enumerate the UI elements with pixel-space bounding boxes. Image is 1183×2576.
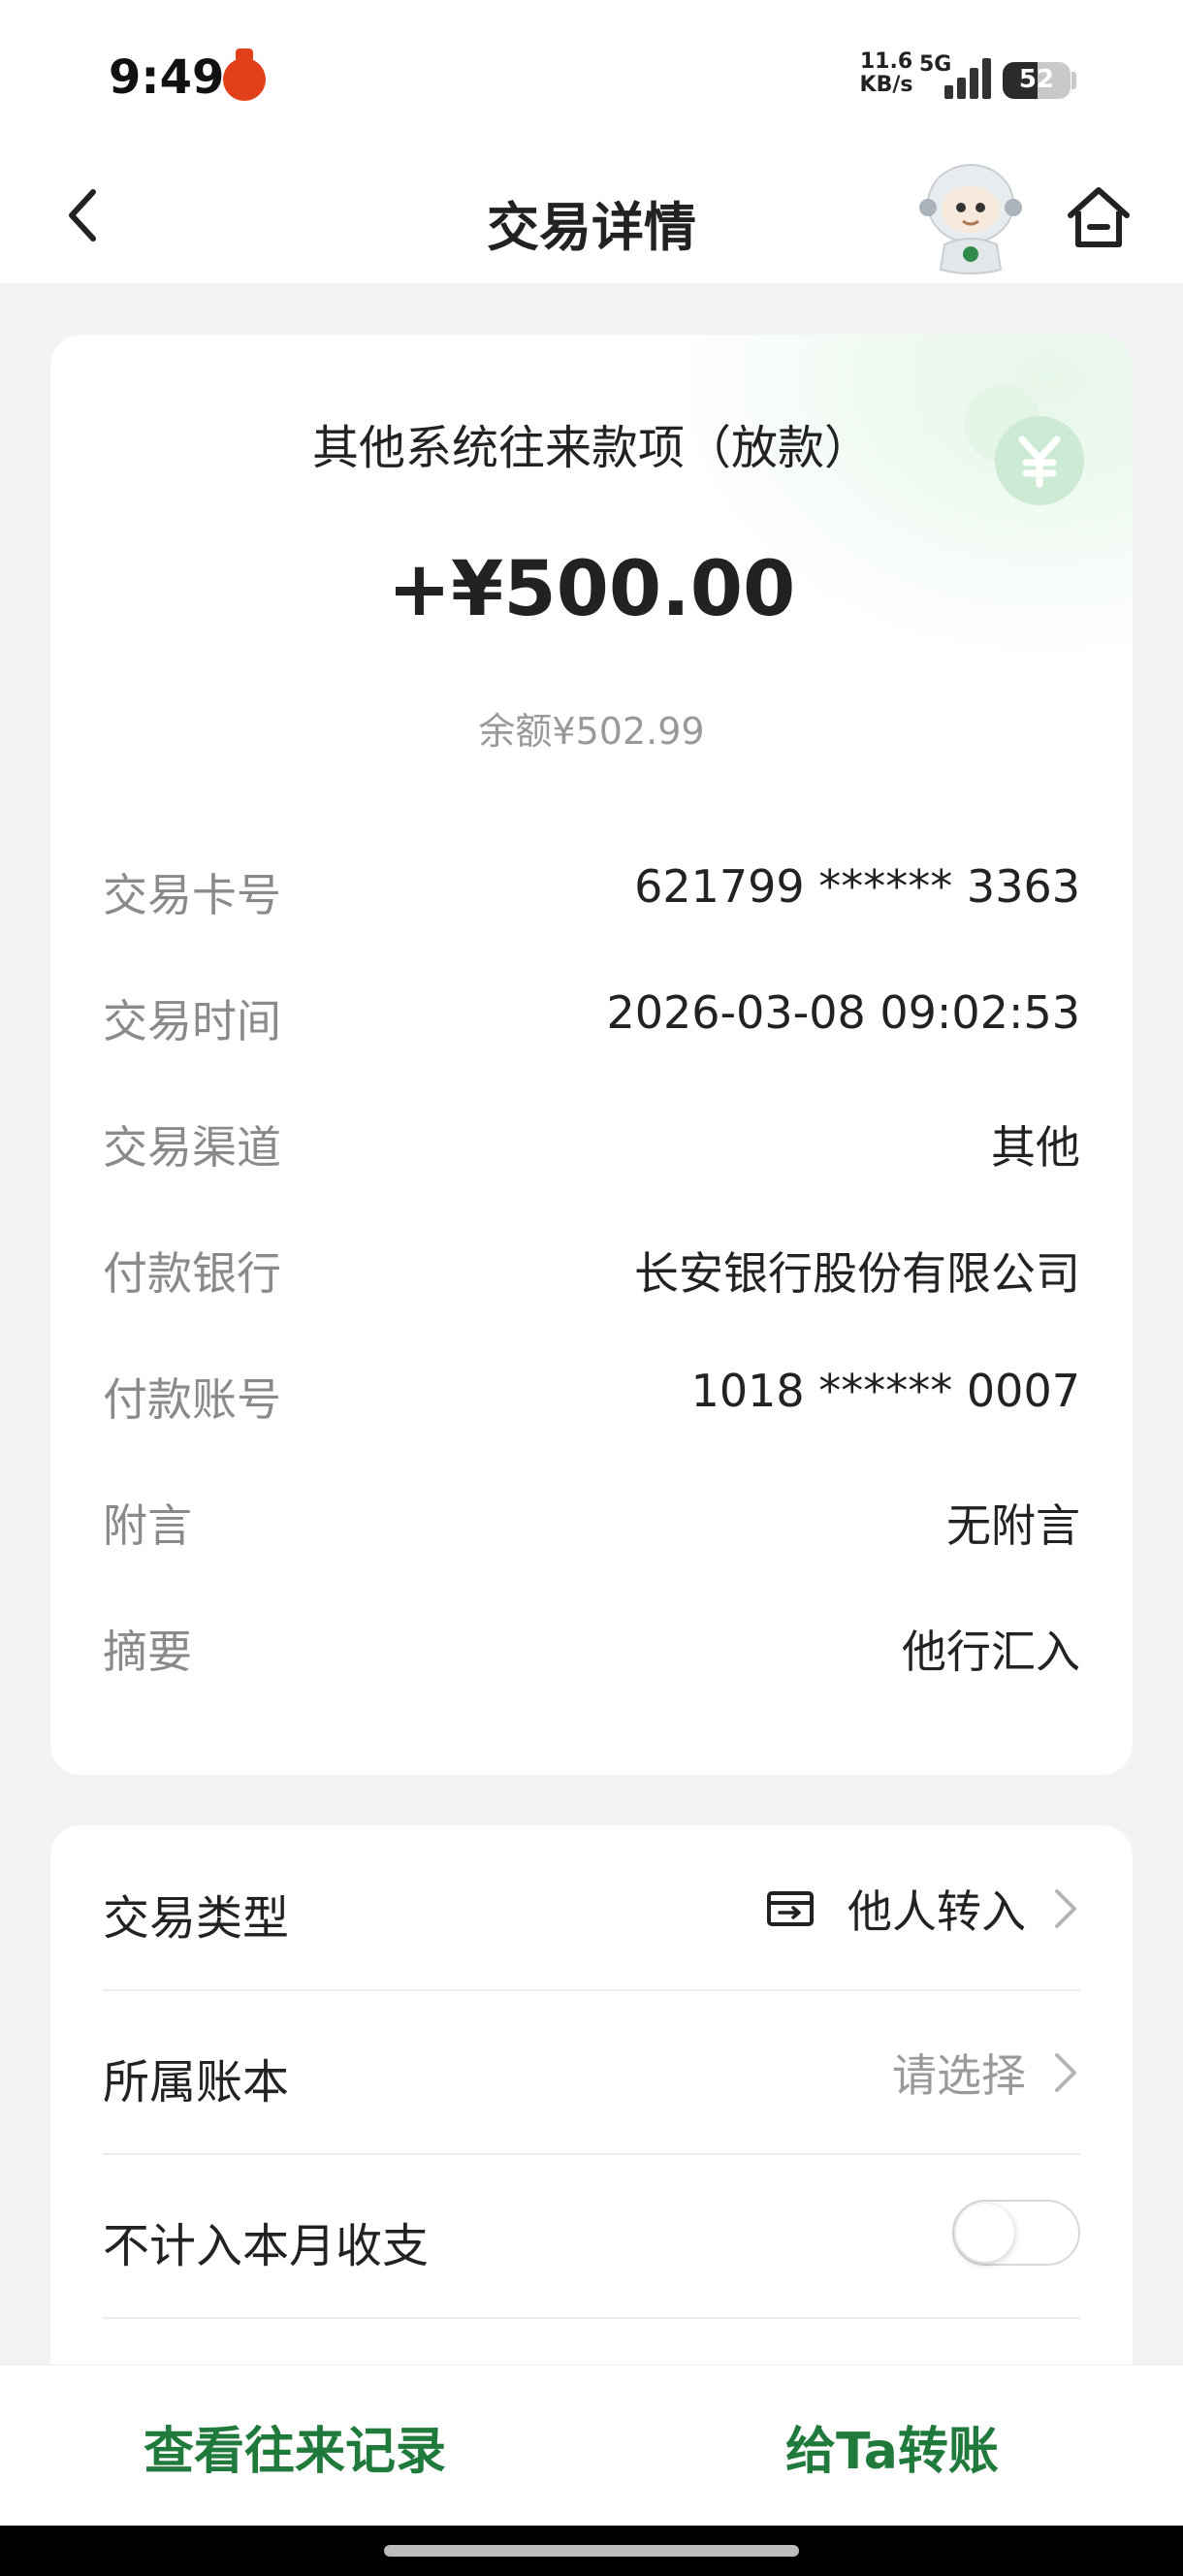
detail-row-time: 交易时间 2026-03-08 09:02:53 [103, 986, 1080, 1047]
toggle-knob [956, 2204, 1014, 2262]
transaction-card: 其他系统往来款项（放款） +¥500.00 余额¥502.99 交易卡号 621… [50, 335, 1133, 1775]
chevron-right-icon [1055, 1889, 1076, 1928]
detail-label: 付款账号 [103, 1373, 281, 1426]
detail-row-payer-account: 付款账号 1018 ****** 0007 [103, 1365, 1080, 1426]
transfer-button[interactable]: 给Ta转账 [785, 2410, 999, 2483]
transaction-title: 其他系统往来款项（放款） [311, 421, 871, 475]
detail-row-card-number: 交易卡号 621799 ****** 3363 [103, 860, 1080, 921]
detail-row-payer-bank: 付款银行 长安银行股份有限公司 [103, 1239, 1080, 1300]
exclude-monthly-label: 不计入本月收支 [103, 2219, 430, 2273]
detail-value: 621799 ****** 3363 [634, 860, 1080, 913]
transaction-amount: +¥500.00 [387, 546, 796, 633]
status-bar: 9:49 11.6 KB/s 5G 52 [0, 0, 1183, 155]
transaction-type-label: 交易类型 [103, 1891, 290, 1946]
home-indicator[interactable] [384, 2545, 799, 2557]
network-speed-value: 11.6 [859, 49, 913, 74]
detail-value: 其他 [991, 1121, 1080, 1174]
detail-label: 付款银行 [103, 1247, 281, 1300]
chevron-right-icon [1055, 2053, 1076, 2092]
detail-value: 他行汇入 [902, 1626, 1080, 1678]
battery-level: 52 [1018, 65, 1055, 94]
ledger-label: 所属账本 [103, 2055, 290, 2109]
ledger-row[interactable]: 所属账本 请选择 [103, 1989, 1080, 2155]
detail-row-remark: 附言 无附言 [103, 1491, 1080, 1552]
transfer-icon [767, 1891, 814, 1926]
network-speed-unit: KB/s [859, 73, 913, 97]
ledger-value: 请选择 [892, 2049, 1026, 2102]
mascot-icon[interactable] [919, 161, 1022, 277]
bottom-action-bar: 查看往来记录 给Ta转账 [0, 2365, 1183, 2527]
transaction-type-selector[interactable]: 他人转入 [766, 1880, 1080, 1938]
transaction-type-value: 他人转入 [847, 1885, 1026, 1938]
exclude-monthly-toggle[interactable] [952, 2200, 1080, 2266]
header: 交易详情 [0, 155, 1183, 283]
detail-label: 摘要 [103, 1626, 192, 1678]
detail-label: 交易卡号 [103, 869, 281, 921]
app-notification-icon [223, 48, 266, 101]
home-icon[interactable] [1063, 182, 1135, 254]
view-history-button[interactable]: 查看往来记录 [144, 2410, 446, 2483]
system-nav-bar [0, 2526, 1183, 2576]
detail-label: 附言 [103, 1499, 192, 1552]
network-speed: 11.6 KB/s [857, 50, 915, 97]
exclude-monthly-row: 不计入本月收支 [103, 2153, 1080, 2319]
detail-value: 长安银行股份有限公司 [634, 1247, 1080, 1300]
signal-icon [944, 58, 993, 99]
status-time: 9:49 [109, 50, 225, 105]
battery-cap [1071, 72, 1076, 89]
detail-value: 1018 ****** 0007 [690, 1365, 1080, 1417]
detail-value: 2026-03-08 09:02:53 [606, 986, 1080, 1039]
account-balance: 余额¥502.99 [478, 710, 705, 753]
transaction-type-row[interactable]: 交易类型 他人转入 [103, 1825, 1080, 1991]
detail-row-channel: 交易渠道 其他 [103, 1112, 1080, 1174]
detail-label: 交易时间 [103, 995, 281, 1047]
battery-icon: 52 [1003, 62, 1071, 99]
detail-label: 交易渠道 [103, 1121, 281, 1174]
detail-value: 无附言 [946, 1499, 1080, 1552]
detail-row-summary: 摘要 他行汇入 [103, 1617, 1080, 1678]
ledger-selector[interactable]: 请选择 [892, 2044, 1080, 2102]
